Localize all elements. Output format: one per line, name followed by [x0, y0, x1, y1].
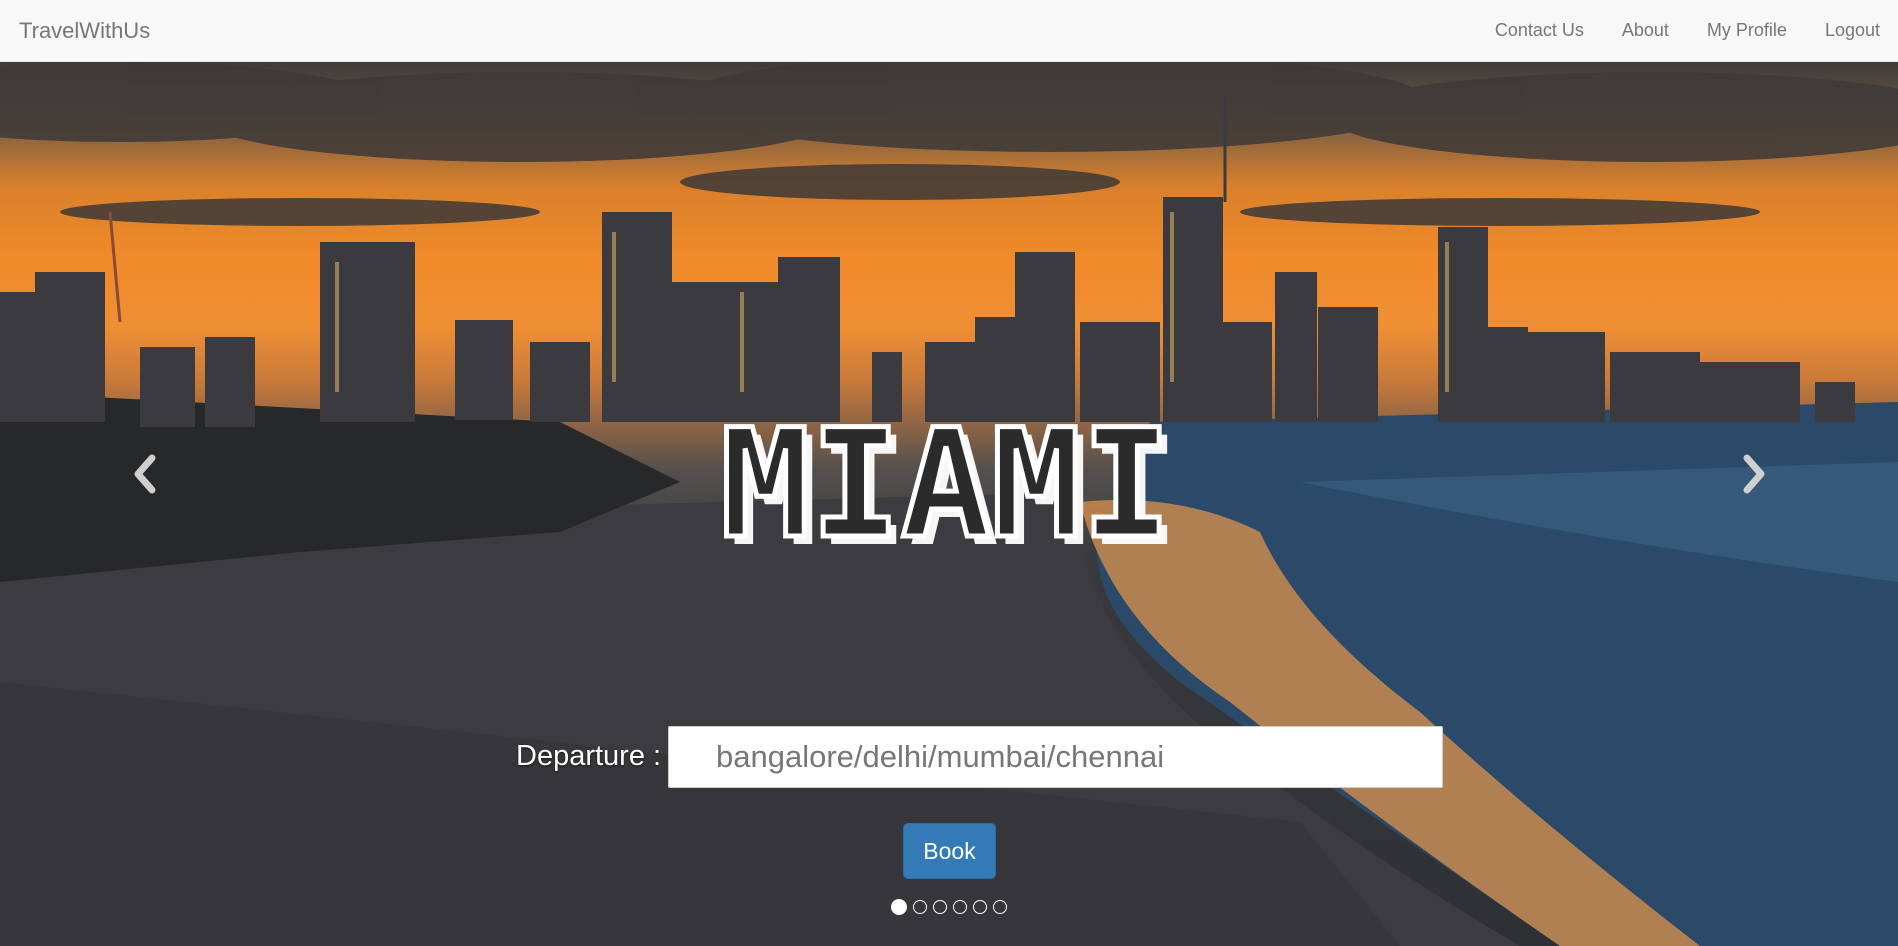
destination-title-text: MIAMI — [720, 398, 1172, 572]
carousel-next-control[interactable] — [1733, 444, 1773, 504]
nav-link-logout[interactable]: Logout — [1825, 20, 1880, 41]
brand-link[interactable]: TravelWithUs — [19, 18, 150, 44]
departure-row: Departure : — [0, 726, 1898, 788]
departure-input[interactable] — [668, 726, 1443, 788]
carousel-indicator-2[interactable] — [913, 900, 927, 914]
carousel-indicator-3[interactable] — [933, 900, 947, 914]
chevron-left-icon — [134, 454, 156, 494]
carousel-indicator-6[interactable] — [993, 900, 1007, 914]
carousel-prev-control[interactable] — [126, 444, 166, 504]
destination-title-graphic: MIAMI MIAMI — [718, 396, 1180, 581]
nav-link-my-profile[interactable]: My Profile — [1707, 20, 1787, 41]
book-button[interactable]: Book — [903, 823, 996, 879]
top-navbar: TravelWithUs Contact Us About My Profile… — [0, 0, 1898, 62]
carousel-indicator-1[interactable] — [891, 899, 907, 915]
hero-carousel: MIAMI MIAMI — [0, 62, 1898, 946]
carousel-indicator-5[interactable] — [973, 900, 987, 914]
departure-label: Departure : — [516, 740, 662, 772]
nav-link-contact-us[interactable]: Contact Us — [1495, 20, 1584, 41]
carousel-indicator-4[interactable] — [953, 900, 967, 914]
destination-title: MIAMI MIAMI — [636, 390, 1256, 590]
carousel-indicators — [891, 899, 1013, 915]
nav-links: Contact Us About My Profile Logout — [1457, 20, 1880, 41]
chevron-right-icon — [1743, 454, 1765, 494]
nav-link-about[interactable]: About — [1622, 20, 1669, 41]
